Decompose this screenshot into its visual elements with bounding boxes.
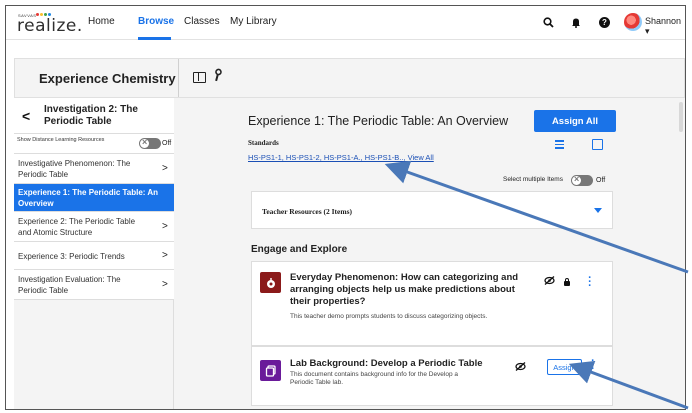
sidebar-item-label: Experience 3: Periodic Trends (18, 252, 125, 261)
document-icon (260, 360, 281, 381)
select-multiple-label: Select multiple Items (503, 176, 563, 183)
chevron-right-icon: > (162, 221, 168, 232)
teacher-resources-accordion[interactable]: Teacher Resources (2 Items) (251, 191, 613, 229)
sidebar-header[interactable]: < Investigation 2: The Periodic Table (14, 98, 174, 134)
avatar[interactable] (624, 13, 642, 31)
realize-logo[interactable]: SAVVAS realize. (17, 12, 82, 36)
card-description: This document contains background info f… (290, 371, 459, 386)
divider (178, 59, 179, 97)
distance-learning-row: Show Distance Learning Resources Off (14, 134, 174, 154)
card-title[interactable]: Everyday Phenomenon: How can categorizin… (290, 272, 520, 308)
eye-slash-icon[interactable] (515, 362, 526, 373)
nav-my-library[interactable]: My Library (230, 16, 277, 27)
user-menu[interactable]: Shannon ▾ (645, 16, 685, 37)
resource-card-lab-background[interactable]: Lab Background: Develop a Periodic Table… (251, 346, 613, 406)
course-title: Experience Chemistry (39, 71, 176, 86)
book-icon[interactable] (193, 72, 206, 83)
chevron-left-icon[interactable]: < (22, 108, 30, 124)
section-heading: Engage and Explore (251, 244, 348, 255)
chevron-right-icon: > (162, 163, 168, 174)
chevron-down-icon[interactable] (594, 208, 602, 213)
help-icon[interactable]: ? (599, 17, 610, 28)
sidebar-item-label: Investigative Phenomenon: The Periodic T… (18, 159, 131, 179)
wrench-icon[interactable] (210, 67, 227, 85)
edit-icon[interactable] (592, 139, 603, 150)
search-icon[interactable] (541, 15, 555, 29)
standards-links[interactable]: HS-PS1-1, HS-PS1-2, HS-PS1-A., HS-PS1-B.… (248, 153, 434, 162)
sidebar-item-investigative-phenomenon[interactable]: Investigative Phenomenon: The Periodic T… (14, 154, 174, 184)
playlist-add-icon[interactable] (555, 140, 567, 152)
sidebar-item-label: Experience 2: The Periodic Table and Ato… (18, 217, 136, 237)
course-header: Experience Chemistry (14, 58, 685, 98)
nav-classes[interactable]: Classes (184, 16, 220, 27)
card-title[interactable]: Lab Background: Develop a Periodic Table (290, 358, 520, 370)
sidebar-item-experience-2[interactable]: Experience 2: The Periodic Table and Ato… (14, 212, 174, 242)
nav-active-indicator (138, 37, 171, 40)
lock-icon (564, 278, 570, 286)
distance-learning-toggle[interactable] (139, 137, 161, 149)
eye-slash-icon[interactable] (544, 276, 555, 287)
resource-card-everyday-phenomenon[interactable]: Everyday Phenomenon: How can categorizin… (251, 261, 613, 346)
scrollbar[interactable] (679, 102, 683, 132)
logo-word: realize. (17, 16, 83, 36)
nav-browse[interactable]: Browse (138, 16, 174, 27)
top-navigation: SAVVAS realize. Home Browse Classes My L… (6, 6, 685, 40)
card-description: This teacher demo prompts students to di… (290, 313, 488, 320)
app-window: SAVVAS realize. Home Browse Classes My L… (5, 5, 686, 410)
nav-home[interactable]: Home (88, 16, 115, 27)
main-content: Experience 1: The Periodic Table: An Ove… (174, 98, 685, 409)
sidebar: < Investigation 2: The Periodic Table Sh… (14, 98, 174, 409)
teacher-resources-label: Teacher Resources (2 Items) (262, 207, 353, 216)
toggle-knob (140, 137, 149, 148)
sidebar-title: Investigation 2: The Periodic Table (44, 104, 138, 127)
more-options-icon[interactable]: · · · (587, 273, 593, 292)
more-options-icon[interactable]: · · · (590, 356, 596, 375)
sidebar-item-label: Investigation Evaluation: The Periodic T… (18, 275, 121, 295)
assign-button[interactable]: Assign (547, 359, 582, 375)
select-multiple-toggle[interactable] (571, 174, 593, 186)
distance-toggle-state: Off (162, 140, 172, 147)
toggle-knob (572, 174, 581, 185)
assign-all-button[interactable]: Assign All (534, 110, 616, 132)
sidebar-item-experience-1[interactable]: Experience 1: The Periodic Table: An Ove… (14, 184, 174, 212)
sidebar-item-label: Experience 1: The Periodic Table: An Ove… (18, 188, 159, 208)
page-title: Experience 1: The Periodic Table: An Ove… (248, 114, 509, 128)
sidebar-item-investigation-evaluation[interactable]: Investigation Evaluation: The Periodic T… (14, 270, 174, 300)
demo-icon (260, 272, 281, 293)
distance-learning-label: Show Distance Learning Resources (17, 137, 105, 143)
standards-label: Standards (248, 139, 279, 147)
sidebar-item-experience-3[interactable]: Experience 3: Periodic Trends > (14, 242, 174, 270)
select-toggle-state: Off (596, 177, 606, 184)
chevron-right-icon: > (162, 279, 168, 290)
chevron-right-icon: > (162, 250, 168, 261)
bell-icon[interactable] (569, 15, 583, 29)
user-name: Shannon (645, 16, 682, 26)
